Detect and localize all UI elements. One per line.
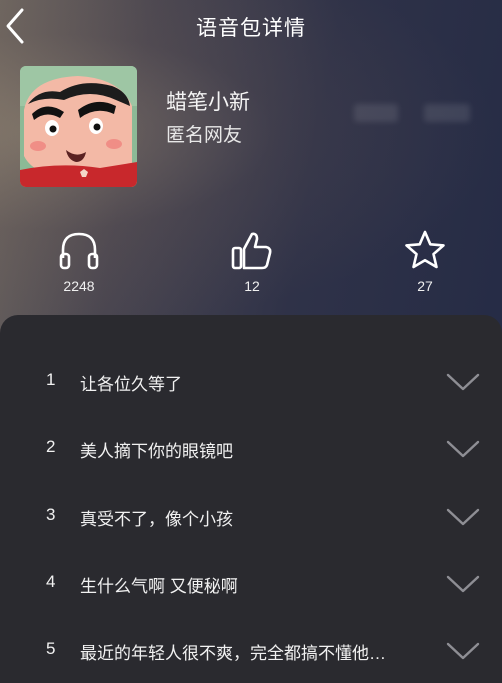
blurred-info <box>354 104 398 122</box>
chevron-down-icon[interactable] <box>446 507 480 527</box>
headphones-icon <box>59 232 99 270</box>
chevron-down-icon[interactable] <box>446 641 480 661</box>
clip-list: 1 让各位久等了 2 美人摘下你的眼镜吧 3 真受不了，像个小孩 4 生什么气啊… <box>0 315 502 683</box>
clip-index: 4 <box>46 572 56 591</box>
favorite-button[interactable]: 27 <box>385 228 465 294</box>
clip-index: 1 <box>46 370 56 389</box>
chevron-down-icon[interactable] <box>446 439 480 459</box>
star-icon <box>405 230 445 269</box>
listen-count: 2248 <box>63 278 95 294</box>
clip-text: 生什么气啊 又便秘啊 <box>80 577 238 596</box>
clip-item[interactable]: 2 美人摘下你的眼镜吧 <box>0 415 502 481</box>
chevron-down-icon[interactable] <box>446 372 480 392</box>
like-count: 12 <box>244 278 260 294</box>
clip-item[interactable]: 5 最近的年轻人很不爽，完全都搞不懂他… <box>0 617 502 683</box>
voice-pack-name: 蜡笔小新 <box>166 91 250 114</box>
thumbs-up-icon <box>231 232 272 270</box>
clip-text: 美人摘下你的眼镜吧 <box>80 442 233 461</box>
crayon-shinchan-avatar <box>20 66 137 187</box>
clip-item[interactable]: 1 让各位久等了 <box>0 348 502 414</box>
favorite-count: 27 <box>417 278 433 294</box>
chevron-down-icon[interactable] <box>446 574 480 594</box>
like-button[interactable]: 12 <box>212 228 292 294</box>
header: 语音包详情 <box>0 0 502 56</box>
clip-text: 真受不了，像个小孩 <box>80 510 233 529</box>
clip-text: 最近的年轻人很不爽，完全都搞不懂他… <box>80 644 386 663</box>
author-name: 匿名网友 <box>166 125 243 146</box>
page-title: 语音包详情 <box>196 17 306 40</box>
clip-index: 5 <box>46 639 56 658</box>
clip-item[interactable]: 4 生什么气啊 又便秘啊 <box>0 550 502 616</box>
listen-count-button[interactable]: 2248 <box>39 228 119 294</box>
clip-text: 让各位久等了 <box>80 375 182 394</box>
clip-index: 3 <box>46 505 56 524</box>
voice-pack-profile: 蜡笔小新 匿名网友 <box>20 66 490 190</box>
stats-bar: 2248 12 27 <box>0 228 502 308</box>
clip-index: 2 <box>46 437 56 456</box>
blurred-info <box>424 104 470 122</box>
clip-item[interactable]: 3 真受不了，像个小孩 <box>0 483 502 549</box>
